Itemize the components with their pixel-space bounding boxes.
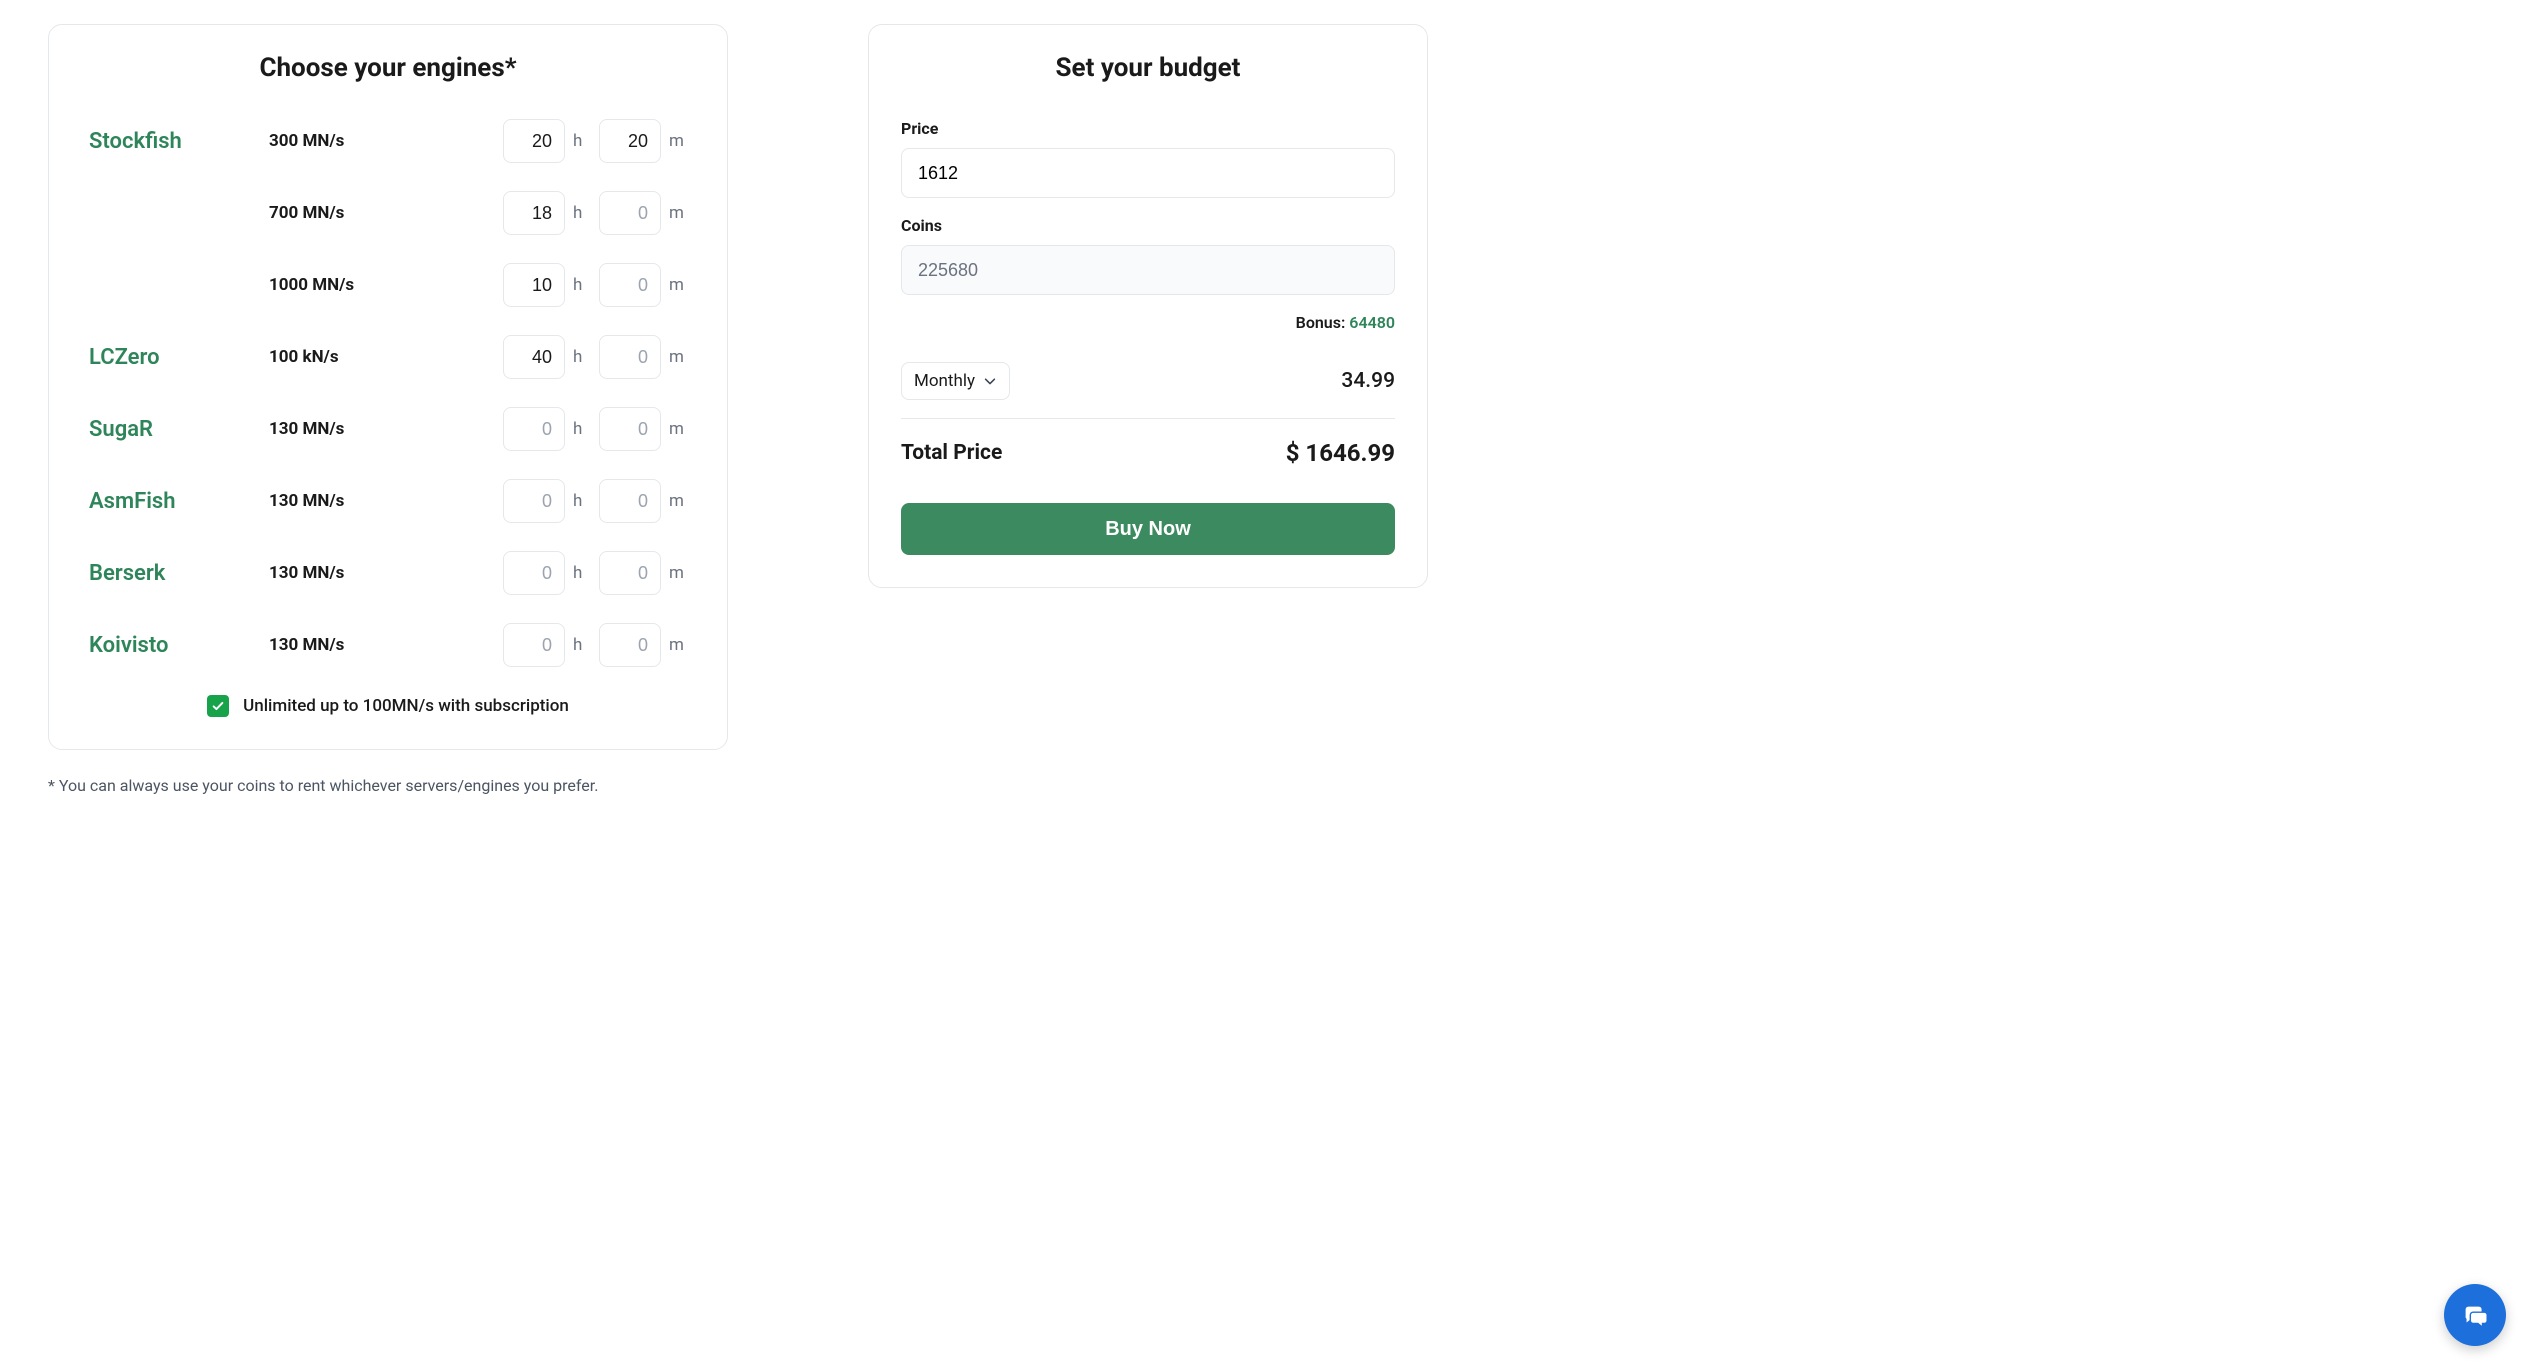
engine-row: Berserk130 MN/shm: [89, 551, 687, 595]
time-group: hm: [409, 551, 687, 595]
time-group: hm: [409, 623, 687, 667]
time-group: hm: [409, 119, 687, 163]
engine-row: Stockfish300 MN/shm: [89, 119, 687, 163]
hours-input[interactable]: [503, 191, 565, 235]
chevron-down-icon: [983, 374, 997, 388]
bonus-label: Bonus:: [1296, 313, 1350, 332]
hours-unit: h: [573, 563, 591, 583]
budget-title: Set your budget: [901, 53, 1395, 83]
plan-select[interactable]: Monthly: [901, 362, 1010, 400]
hours-input[interactable]: [503, 119, 565, 163]
bonus-value: 64480: [1349, 313, 1395, 332]
engine-row: 700 MN/shm: [89, 191, 687, 235]
chat-button[interactable]: [2444, 1284, 2506, 1346]
engines-card: Choose your engines* Stockfish300 MN/shm…: [48, 24, 728, 750]
buy-now-button[interactable]: Buy Now: [901, 503, 1395, 555]
time-group: hm: [409, 479, 687, 523]
plan-selected-label: Monthly: [914, 371, 975, 391]
engine-speed: 130 MN/s: [269, 491, 409, 511]
minutes-unit: m: [669, 635, 687, 655]
time-group: hm: [409, 407, 687, 451]
minutes-unit: m: [669, 131, 687, 151]
hours-input[interactable]: [503, 407, 565, 451]
hours-unit: h: [573, 635, 591, 655]
plan-row: Monthly 34.99: [901, 362, 1395, 419]
total-label: Total Price: [901, 441, 1002, 465]
time-group: hm: [409, 191, 687, 235]
bonus-row: Bonus: 64480: [901, 313, 1395, 332]
minutes-input[interactable]: [599, 551, 661, 595]
hours-unit: h: [573, 347, 591, 367]
minutes-unit: m: [669, 563, 687, 583]
engine-name: Stockfish: [89, 129, 269, 154]
budget-card: Set your budget Price Coins Bonus: 64480…: [868, 24, 1428, 588]
hours-input[interactable]: [503, 263, 565, 307]
minutes-unit: m: [669, 347, 687, 367]
coins-label: Coins: [901, 216, 1395, 235]
chat-icon: [2460, 1300, 2490, 1330]
unlimited-checkbox[interactable]: [207, 695, 229, 717]
price-label: Price: [901, 119, 1395, 138]
minutes-input[interactable]: [599, 335, 661, 379]
hours-input[interactable]: [503, 479, 565, 523]
hours-unit: h: [573, 419, 591, 439]
engine-speed: 300 MN/s: [269, 131, 409, 151]
engine-name: AsmFish: [89, 489, 269, 514]
minutes-input[interactable]: [599, 623, 661, 667]
price-input[interactable]: [901, 148, 1395, 198]
plan-price: 34.99: [1341, 369, 1395, 393]
check-icon: [211, 699, 225, 713]
time-group: hm: [409, 335, 687, 379]
hours-input[interactable]: [503, 623, 565, 667]
minutes-input[interactable]: [599, 407, 661, 451]
engine-speed: 700 MN/s: [269, 203, 409, 223]
minutes-unit: m: [669, 203, 687, 223]
time-group: hm: [409, 263, 687, 307]
engine-row: SugaR130 MN/shm: [89, 407, 687, 451]
hours-unit: h: [573, 131, 591, 151]
engine-row: Koivisto130 MN/shm: [89, 623, 687, 667]
engine-speed: 1000 MN/s: [269, 275, 409, 295]
hours-input[interactable]: [503, 335, 565, 379]
coins-input: [901, 245, 1395, 295]
hours-unit: h: [573, 491, 591, 511]
minutes-unit: m: [669, 275, 687, 295]
engine-name: LCZero: [89, 345, 269, 370]
engines-title: Choose your engines*: [89, 53, 687, 83]
engine-row: LCZero100 kN/shm: [89, 335, 687, 379]
minutes-input[interactable]: [599, 263, 661, 307]
minutes-input[interactable]: [599, 479, 661, 523]
unlimited-label: Unlimited up to 100MN/s with subscriptio…: [243, 696, 569, 716]
minutes-unit: m: [669, 419, 687, 439]
engine-name: SugaR: [89, 417, 269, 442]
minutes-input[interactable]: [599, 191, 661, 235]
engine-speed: 130 MN/s: [269, 563, 409, 583]
minutes-input[interactable]: [599, 119, 661, 163]
total-value: $ 1646.99: [1286, 439, 1395, 467]
engine-row: AsmFish130 MN/shm: [89, 479, 687, 523]
engine-name: Berserk: [89, 561, 269, 586]
total-row: Total Price $ 1646.99: [901, 439, 1395, 467]
hours-unit: h: [573, 275, 591, 295]
hours-input[interactable]: [503, 551, 565, 595]
engine-row: 1000 MN/shm: [89, 263, 687, 307]
engine-speed: 130 MN/s: [269, 635, 409, 655]
engines-footnote: * You can always use your coins to rent …: [48, 776, 728, 795]
engine-speed: 100 kN/s: [269, 347, 409, 367]
engine-name: Koivisto: [89, 633, 269, 658]
hours-unit: h: [573, 203, 591, 223]
unlimited-row: Unlimited up to 100MN/s with subscriptio…: [89, 695, 687, 717]
minutes-unit: m: [669, 491, 687, 511]
engine-speed: 130 MN/s: [269, 419, 409, 439]
